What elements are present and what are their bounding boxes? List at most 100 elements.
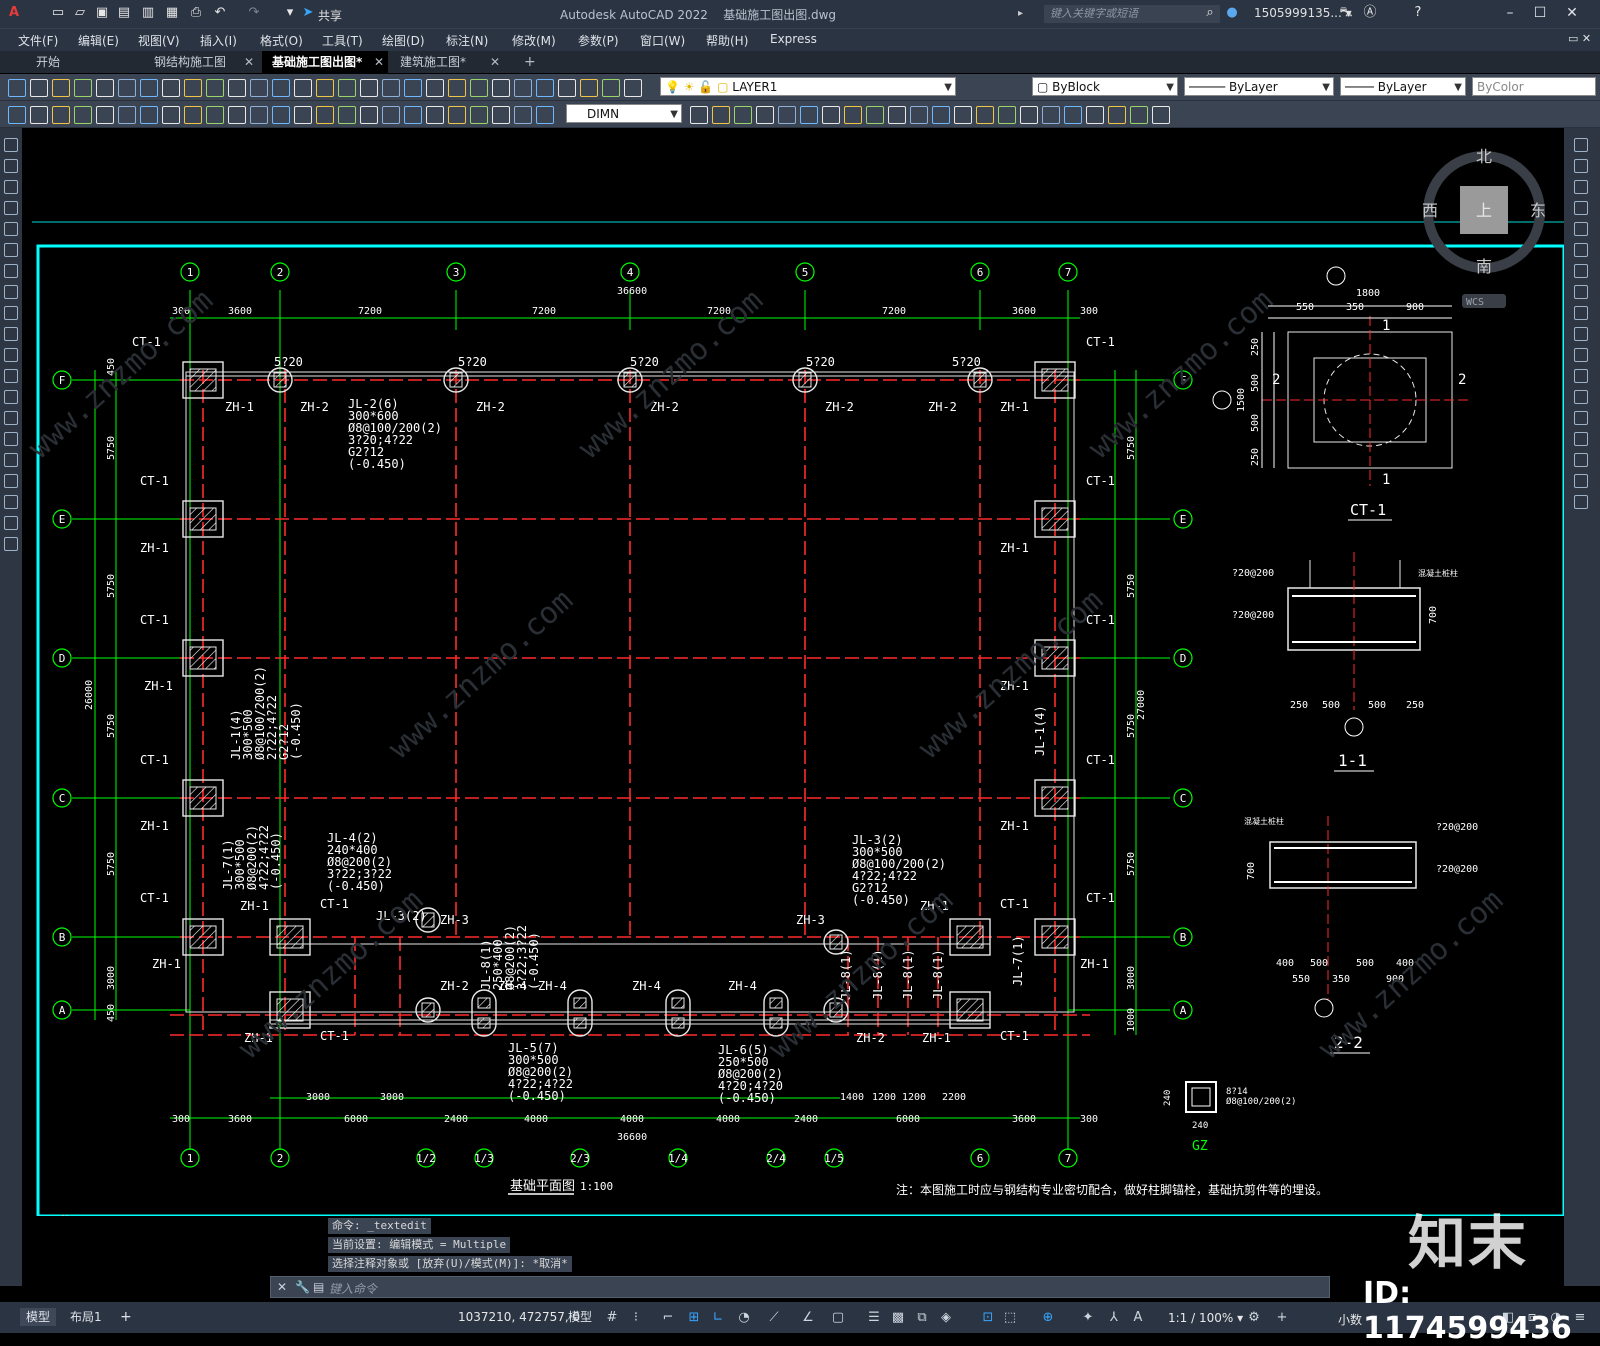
add-layout-icon[interactable]: + (114, 1308, 138, 1326)
app-menu-icon[interactable]: A (6, 5, 22, 21)
saveas-icon[interactable]: ▤ (116, 5, 132, 21)
menu-view[interactable]: 视图(V) (138, 32, 180, 49)
draw-tool-icon[interactable] (4, 264, 18, 278)
selection-cycling-icon[interactable]: ⧉ (914, 1310, 930, 1326)
toolbar-tool-icon[interactable] (1152, 106, 1170, 124)
toolbar-tool-icon[interactable] (404, 79, 422, 97)
toolbar-tool-icon[interactable] (492, 106, 510, 124)
toolbar-tool-icon[interactable] (338, 106, 356, 124)
tab-close-icon[interactable]: ✕ (244, 55, 254, 69)
publish-icon[interactable]: ▦ (164, 5, 180, 21)
search-expand-icon[interactable]: ▸ (1018, 8, 1023, 19)
toolbar-tool-icon[interactable] (162, 79, 180, 97)
menu-parametric[interactable]: 参数(P) (578, 32, 619, 49)
viewcube[interactable]: 上 北 南 东 西 WCS (1422, 147, 1546, 308)
toolbar-tool-icon[interactable] (294, 79, 312, 97)
draw-tool-icon[interactable] (4, 390, 18, 404)
menu-modify[interactable]: 修改(M) (512, 32, 556, 49)
modify-tool-icon[interactable] (1574, 390, 1588, 404)
modify-tool-icon[interactable] (1574, 138, 1588, 152)
toolbar-tool-icon[interactable] (294, 106, 312, 124)
toolbar-tool-icon[interactable] (228, 106, 246, 124)
menu-draw[interactable]: 绘图(D) (382, 32, 425, 49)
toolbar-tool-icon[interactable] (1064, 106, 1082, 124)
toolbar-tool-icon[interactable] (1020, 106, 1038, 124)
toolbar-tool-icon[interactable] (184, 106, 202, 124)
toolbar-tool-icon[interactable] (8, 79, 26, 97)
toolbar-tool-icon[interactable] (976, 106, 994, 124)
draw-tool-icon[interactable] (4, 201, 18, 215)
customize-icon[interactable]: ▾ (282, 5, 298, 21)
toolbar-tool-icon[interactable] (822, 106, 840, 124)
modify-tool-icon[interactable] (1574, 159, 1588, 173)
transparency-icon[interactable]: ▩ (890, 1310, 906, 1326)
plotstyle-dropdown[interactable]: ByColor (1472, 77, 1596, 96)
toolbar-tool-icon[interactable] (910, 106, 928, 124)
toolbar-tool-icon[interactable] (932, 106, 950, 124)
maximize-icon[interactable]: ☐ (1530, 4, 1550, 22)
annotation-scale[interactable]: 1:1 / 100% ▾ (1168, 1311, 1243, 1325)
toolbar-tool-icon[interactable] (360, 79, 378, 97)
toolbar-tool-icon[interactable] (316, 79, 334, 97)
draw-tool-icon[interactable] (4, 495, 18, 509)
toolbar-tool-icon[interactable] (1108, 106, 1126, 124)
draw-tool-icon[interactable] (4, 138, 18, 152)
toolbar-tool-icon[interactable] (338, 79, 356, 97)
toolbar-tool-icon[interactable] (492, 79, 510, 97)
modify-tool-icon[interactable] (1574, 495, 1588, 509)
workspace-gear-icon[interactable]: ⚙ (1246, 1310, 1262, 1326)
toolbar-tool-icon[interactable] (382, 106, 400, 124)
draw-tool-icon[interactable] (4, 474, 18, 488)
tab-steel-structure[interactable]: 钢结构施工图 (144, 51, 254, 73)
toolbar-tool-icon[interactable] (448, 106, 466, 124)
toolbar-tool-icon[interactable] (52, 79, 70, 97)
modify-tool-icon[interactable] (1574, 327, 1588, 341)
toolbar-tool-icon[interactable] (998, 106, 1016, 124)
toolbar-tool-icon[interactable] (118, 79, 136, 97)
draw-tool-icon[interactable] (4, 306, 18, 320)
toolbar-tool-icon[interactable] (74, 79, 92, 97)
recent-commands-icon[interactable]: ▤ (313, 1280, 324, 1294)
command-line[interactable]: ✕ 🔧 ▤ 键入命令 (270, 1276, 1330, 1298)
grid-icon[interactable]: # (604, 1310, 620, 1326)
color-dropdown[interactable]: ▢ ByBlock ▼ (1032, 77, 1178, 96)
user-icon[interactable]: ● (1224, 5, 1240, 21)
minimize-icon[interactable]: – (1500, 4, 1520, 22)
tab-start[interactable]: 开始 (26, 51, 126, 73)
close-icon[interactable]: ✕ (1562, 4, 1582, 22)
auto-scale-icon[interactable]: ⅄ (1106, 1310, 1122, 1326)
command-input[interactable]: 键入命令 (329, 1280, 377, 1297)
toolbar-tool-icon[interactable] (360, 106, 378, 124)
toolbar-tool-icon[interactable] (866, 106, 884, 124)
toolbar-tool-icon[interactable] (536, 106, 554, 124)
toolbar-tool-icon[interactable] (96, 79, 114, 97)
autodesk-a360-icon[interactable]: Ⓐ (1362, 5, 1378, 21)
toolbar-tool-icon[interactable] (426, 106, 444, 124)
draw-tool-icon[interactable] (4, 453, 18, 467)
linetype-dropdown[interactable]: ───── ByLayer ▼ (1184, 77, 1334, 96)
toolbar-tool-icon[interactable] (404, 106, 422, 124)
lineweight-icon[interactable]: ☰ (866, 1310, 882, 1326)
toolbar-tool-icon[interactable] (954, 106, 972, 124)
annotation-visibility-icon[interactable]: ✦ (1080, 1310, 1096, 1326)
annotation-scale-icon[interactable]: A (1130, 1310, 1146, 1326)
modify-tool-icon[interactable] (1574, 222, 1588, 236)
toolbar-tool-icon[interactable] (690, 106, 708, 124)
toolbar-tool-icon[interactable] (580, 79, 598, 97)
draw-tool-icon[interactable] (4, 432, 18, 446)
open-icon[interactable]: ▱ (72, 5, 88, 21)
annotation-monitor-icon[interactable]: + (1274, 1310, 1290, 1326)
draw-tool-icon[interactable] (4, 348, 18, 362)
osnap-icon[interactable]: ▢ (830, 1310, 846, 1326)
toolbar-tool-icon[interactable] (558, 79, 576, 97)
toolbar-tool-icon[interactable] (426, 79, 444, 97)
toolbar-tool-icon[interactable] (96, 106, 114, 124)
help-icon[interactable]: ? (1410, 5, 1426, 21)
modify-tool-icon[interactable] (1574, 285, 1588, 299)
gizmo-icon[interactable]: ⊕ (1040, 1310, 1056, 1326)
layer-dropdown[interactable]: 💡 ☀ 🔓 ▢ LAYER1 ▼ (660, 77, 956, 96)
menu-window[interactable]: 窗口(W) (640, 32, 685, 49)
close-command-icon[interactable]: ✕ (277, 1280, 287, 1294)
menu-dimension[interactable]: 标注(N) (446, 32, 488, 49)
search-icon[interactable]: ⌕ (1202, 5, 1218, 21)
